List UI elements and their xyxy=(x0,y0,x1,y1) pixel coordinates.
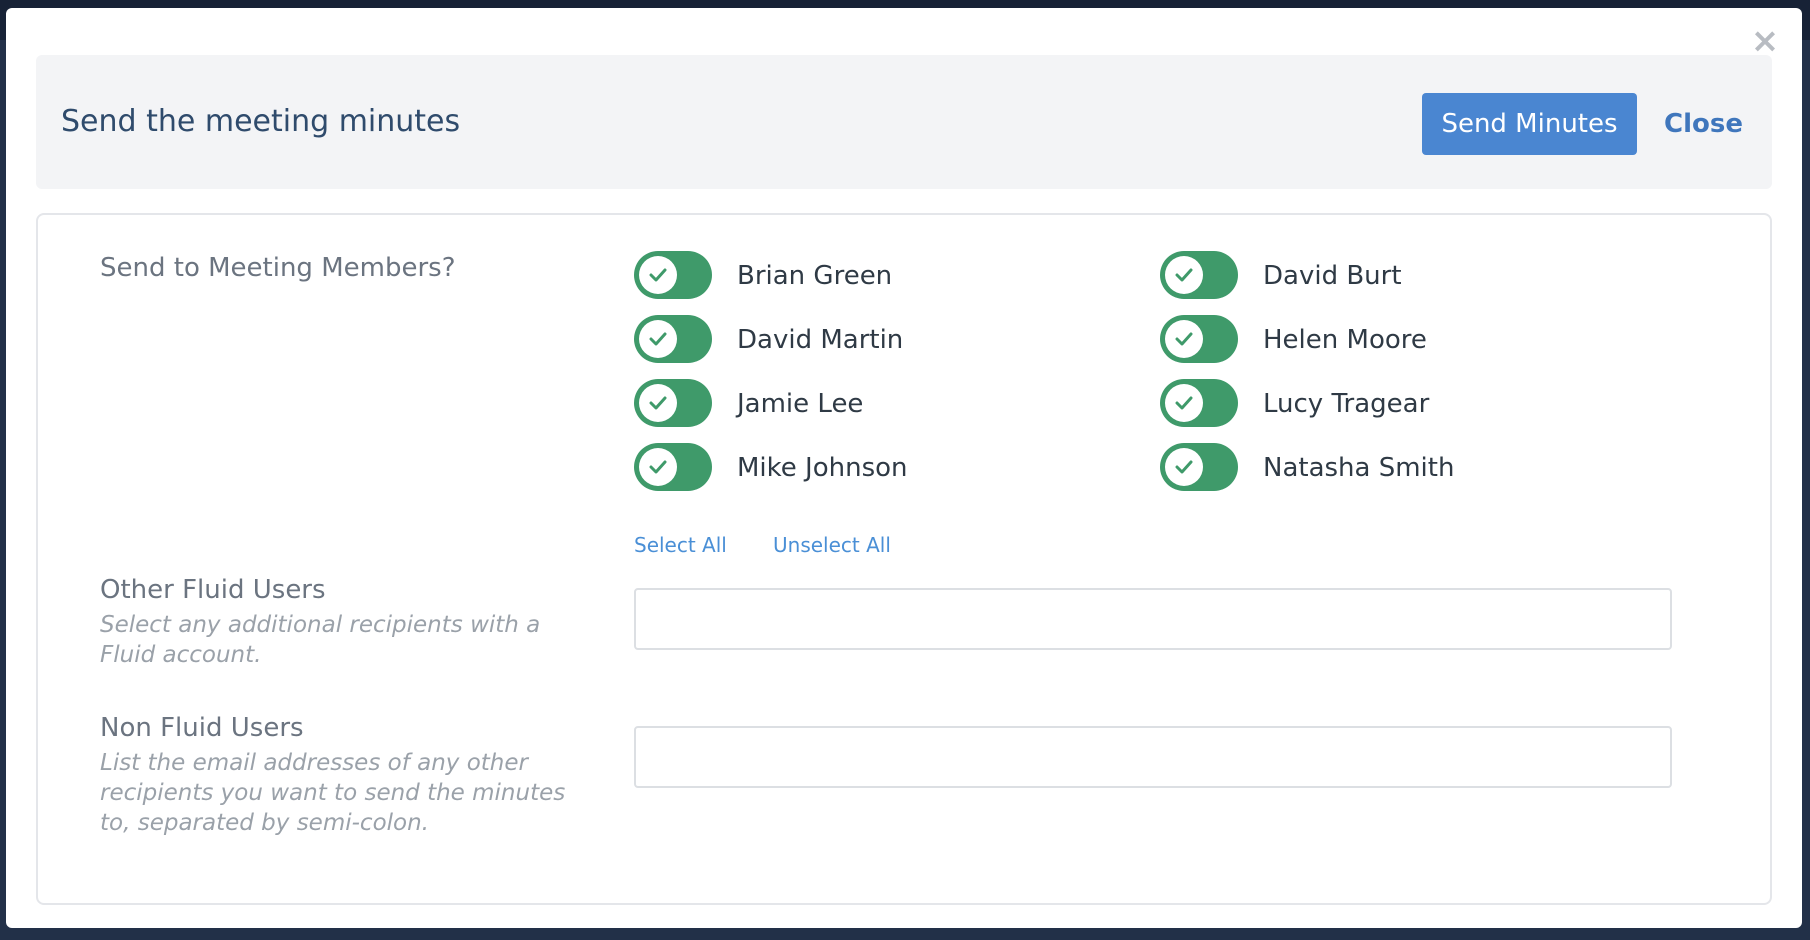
toggle-knob xyxy=(1165,256,1203,294)
dialog-title: Send the meeting minutes xyxy=(61,104,461,139)
check-icon xyxy=(1175,268,1193,282)
member-name: Brian Green xyxy=(737,261,893,291)
close-button[interactable]: Close xyxy=(1646,93,1761,155)
toggle-switch[interactable] xyxy=(634,443,712,491)
close-icon[interactable]: × xyxy=(1750,24,1780,58)
check-icon xyxy=(649,396,667,410)
toggle-knob xyxy=(639,320,677,358)
toggle-knob xyxy=(639,448,677,486)
check-icon xyxy=(649,332,667,346)
non-fluid-users-input[interactable] xyxy=(634,726,1672,788)
member-toggle-helen-moore: Helen Moore xyxy=(1160,315,1640,363)
member-toggle-david-martin: David Martin xyxy=(634,315,1114,363)
dialog-header: Send the meeting minutes Send Minutes Cl… xyxy=(36,55,1772,189)
unselect-all-link[interactable]: Unselect All xyxy=(773,533,891,557)
member-name: Natasha Smith xyxy=(1263,453,1455,483)
member-toggle-lucy-tragear: Lucy Tragear xyxy=(1160,379,1640,427)
member-toggle-natasha-smith: Natasha Smith xyxy=(1160,443,1640,491)
member-name: David Burt xyxy=(1263,261,1402,291)
toggle-knob xyxy=(639,256,677,294)
toggle-knob xyxy=(1165,448,1203,486)
toggle-knob xyxy=(639,384,677,422)
select-all-link[interactable]: Select All xyxy=(634,533,727,557)
member-name: David Martin xyxy=(737,325,904,355)
check-icon xyxy=(649,460,667,474)
toggle-switch[interactable] xyxy=(1160,379,1238,427)
member-toggle-david-burt: David Burt xyxy=(1160,251,1640,299)
check-icon xyxy=(649,268,667,282)
check-icon xyxy=(1175,396,1193,410)
toggle-knob xyxy=(1165,384,1203,422)
member-name: Jamie Lee xyxy=(737,389,864,419)
other-fluid-users-input[interactable] xyxy=(634,588,1672,650)
member-name: Mike Johnson xyxy=(737,453,908,483)
toggle-switch[interactable] xyxy=(1160,251,1238,299)
member-toggle-jamie-lee: Jamie Lee xyxy=(634,379,1114,427)
toggle-switch[interactable] xyxy=(634,251,712,299)
send-minutes-dialog: × Send the meeting minutes Send Minutes … xyxy=(6,8,1802,928)
send-minutes-button[interactable]: Send Minutes xyxy=(1422,93,1637,155)
toggle-switch[interactable] xyxy=(1160,443,1238,491)
other-fluid-users-help: Select any additional recipients with a … xyxy=(100,612,541,668)
toggle-switch[interactable] xyxy=(1160,315,1238,363)
member-toggle-mike-johnson: Mike Johnson xyxy=(634,443,1114,491)
member-name: Lucy Tragear xyxy=(1263,389,1430,419)
member-toggle-brian-green: Brian Green xyxy=(634,251,1114,299)
dialog-body: Send to Meeting Members? Brian Green Dav… xyxy=(36,213,1772,905)
toggle-knob xyxy=(1165,320,1203,358)
check-icon xyxy=(1175,460,1193,474)
toggle-switch[interactable] xyxy=(634,379,712,427)
member-name: Helen Moore xyxy=(1263,325,1427,355)
toggle-switch[interactable] xyxy=(634,315,712,363)
non-fluid-users-help: List the email addresses of any other re… xyxy=(100,750,566,836)
non-fluid-users-label: Non Fluid Users xyxy=(100,713,304,743)
check-icon xyxy=(1175,332,1193,346)
other-fluid-users-label: Other Fluid Users xyxy=(100,575,326,605)
members-label: Send to Meeting Members? xyxy=(100,253,456,283)
